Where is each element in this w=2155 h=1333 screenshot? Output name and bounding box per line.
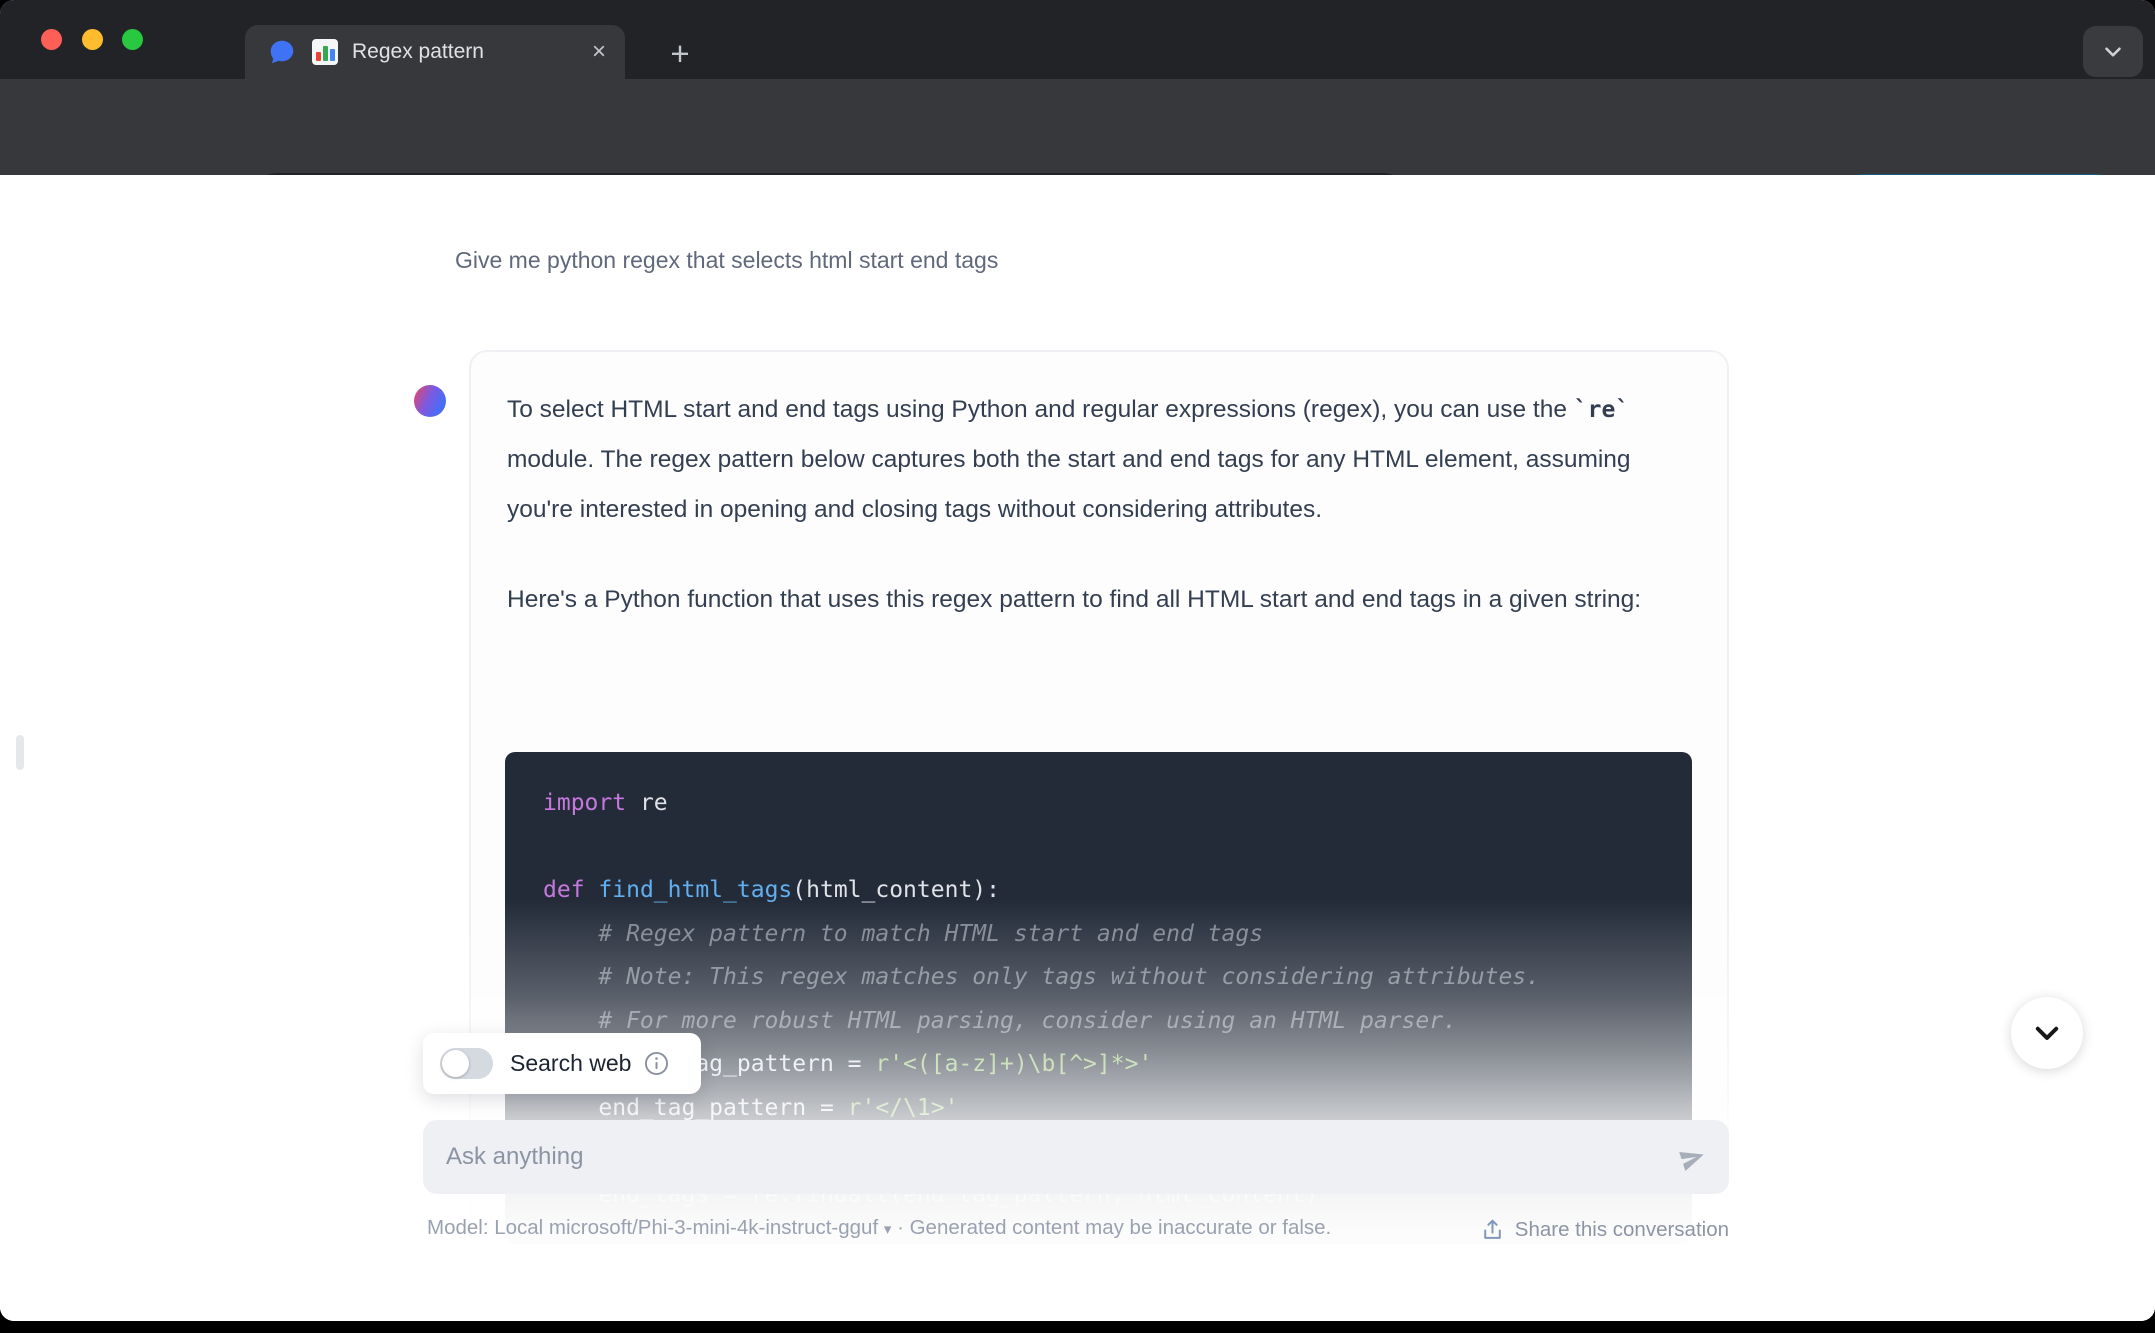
- scroll-to-bottom-button[interactable]: [2011, 997, 2083, 1069]
- assistant-avatar: [414, 385, 446, 417]
- send-button[interactable]: [1672, 1137, 1714, 1179]
- tab-regex-pattern[interactable]: Regex pattern ×: [245, 25, 625, 79]
- ask-anything-input[interactable]: [423, 1120, 1729, 1194]
- search-web-toggle[interactable]: [440, 1048, 493, 1079]
- scrollbar-handle[interactable]: [16, 735, 24, 770]
- search-web-toggle-pill: Search web: [423, 1033, 701, 1094]
- conversation-footer: Model: Local microsoft/Phi-3-mini-4k-ins…: [427, 1213, 1729, 1245]
- user-message: Give me python regex that selects html s…: [455, 247, 999, 273]
- bottom-fade-overlay: [0, 900, 2155, 1321]
- send-plane-icon: [1679, 1151, 1704, 1171]
- tab-search-button[interactable]: [2083, 26, 2143, 77]
- share-label: Share this conversation: [1514, 1217, 1729, 1241]
- inline-code-re: `re`: [1573, 397, 1630, 423]
- chevron-down-icon: [2105, 46, 2121, 57]
- minimize-window-button[interactable]: [82, 29, 103, 50]
- zoom-window-button[interactable]: [122, 29, 143, 50]
- share-upload-icon: [1483, 1219, 1501, 1239]
- tab-title: Regex pattern: [352, 40, 484, 63]
- chevron-down-icon: [2035, 1026, 2059, 1040]
- site-favicon-icon: [312, 39, 338, 65]
- tab-strip: Regex pattern × +: [0, 0, 2155, 79]
- search-web-info-icon[interactable]: [643, 1050, 670, 1077]
- close-window-button[interactable]: [41, 29, 62, 50]
- search-web-label: Search web: [510, 1050, 632, 1076]
- chat-bubble-icon: [270, 40, 294, 64]
- tab-close-icon[interactable]: ×: [581, 34, 617, 70]
- browser-window: Regex pattern × + Give me python regex t…: [0, 0, 2155, 1321]
- share-conversation-button[interactable]: Share this conversation: [1480, 1217, 1729, 1242]
- assistant-paragraph-2: Here's a Python function that uses this …: [507, 586, 1642, 613]
- model-selector[interactable]: Model: Local microsoft/Phi-3-mini-4k-ins…: [427, 1213, 1331, 1245]
- chat-page: Give me python regex that selects html s…: [0, 175, 2155, 1321]
- new-tab-button[interactable]: +: [660, 34, 700, 74]
- assistant-paragraph-1: To select HTML start and end tags using …: [507, 396, 1631, 523]
- browser-toolbar: localhost:5173/conversation/665727c45da9…: [0, 79, 2155, 240]
